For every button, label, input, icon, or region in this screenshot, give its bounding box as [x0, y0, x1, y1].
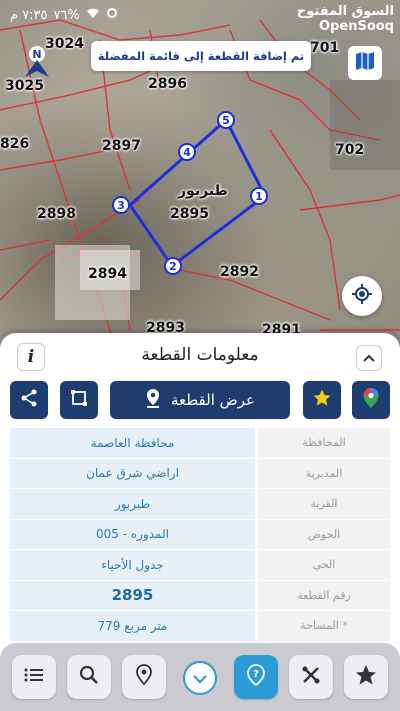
search-button[interactable] [67, 655, 111, 699]
chevron-down-icon [193, 669, 207, 688]
list-icon [24, 667, 44, 687]
detail-row-area: 779 متر مربع المساحة * [10, 611, 390, 641]
google-maps-button[interactable] [352, 381, 390, 419]
parcel-vertex: 4 [178, 143, 196, 161]
tools-button[interactable] [289, 655, 333, 699]
north-label: N [32, 48, 41, 61]
selected-parcel-name: طبربور [178, 183, 228, 199]
detail-row: طبربور القرية [10, 489, 390, 519]
chevron-up-icon [363, 351, 375, 365]
parcel-label[interactable]: 2896 [148, 76, 187, 92]
action-bar: عرض القطعة [0, 381, 400, 421]
show-parcel-button[interactable]: عرض القطعة [110, 381, 290, 419]
detail-label: المساحة * [258, 611, 390, 641]
wifi-icon [86, 7, 100, 23]
parcel-label-selected[interactable]: 2895 [170, 206, 209, 222]
detail-label: الحوض [258, 519, 390, 549]
help-icon: ? [246, 664, 266, 690]
parcel-label[interactable]: 826 [0, 136, 29, 152]
detail-label: القرية [258, 489, 390, 519]
parcel-label[interactable]: 3024 [45, 36, 84, 52]
brand-arabic: السوق المفتوح [296, 4, 394, 19]
sheet-title: معلومات القطعة [141, 345, 259, 365]
tools-icon [301, 665, 321, 689]
search-icon [79, 665, 99, 689]
detail-value: اراضي شرق عمان [10, 458, 255, 488]
pin-location-button[interactable] [122, 655, 166, 699]
pin-icon [135, 664, 153, 690]
detail-value: المدوره - 005 [10, 519, 255, 549]
settings-icon [106, 7, 118, 23]
favorite-toast: تم إضافة القطعة إلى قائمة المفضلة [91, 41, 311, 71]
parcel-vertex: 3 [112, 196, 130, 214]
location-pin-icon [145, 388, 161, 412]
map-layers-button[interactable] [348, 46, 382, 80]
brand-logo: السوق المفتوح OpenSooq [297, 4, 394, 34]
parcel-number-value: 2895 [10, 580, 255, 610]
crop-icon [70, 389, 88, 411]
detail-row: اراضي شرق عمان المديرية [10, 458, 390, 488]
expand-menu-button[interactable] [183, 661, 217, 695]
svg-text:?: ? [253, 669, 259, 680]
detail-row: المدوره - 005 الحوض [10, 519, 390, 549]
detail-label: الحي [258, 550, 390, 580]
detail-row: محافظة العاصمة المحافظة [10, 428, 390, 458]
parcel-label[interactable]: 2898 [37, 206, 76, 222]
show-parcel-label: عرض القطعة [170, 391, 256, 409]
share-button[interactable] [10, 381, 48, 419]
info-icon: i [27, 347, 35, 367]
collapse-sheet-button[interactable] [356, 345, 382, 371]
detail-label: رقم القطعة [258, 580, 390, 610]
parcel-label[interactable]: 3025 [5, 78, 44, 94]
parcel-vertex: 2 [164, 257, 182, 275]
locate-icon [351, 283, 373, 309]
share-icon [19, 388, 39, 412]
detail-row: جدول الأحياء الحي [10, 550, 390, 580]
parcel-vertex: 5 [217, 111, 235, 129]
parcel-label[interactable]: 702 [335, 142, 364, 158]
favorite-button[interactable] [303, 381, 341, 419]
detail-row-parcel-number: 2895 رقم القطعة [10, 580, 390, 610]
google-maps-icon [362, 387, 380, 413]
map-layers-icon [354, 50, 376, 76]
status-time: ٧:٣٥ م [10, 7, 48, 23]
brand-latin: OpenSooq [319, 19, 394, 34]
map-view[interactable]: ٧:٣٥ م ٧٦% السوق المفتوح OpenSooq N تم إ… [0, 0, 400, 360]
parcel-label[interactable]: 2894 [88, 266, 127, 282]
home-button[interactable] [344, 655, 388, 699]
locate-me-button[interactable] [342, 276, 382, 316]
detail-label: المحافظة [258, 428, 390, 458]
star-icon [312, 388, 332, 412]
detail-value: جدول الأحياء [10, 550, 255, 580]
parcel-label[interactable]: 2897 [102, 138, 141, 154]
parcel-vertex: 1 [250, 187, 268, 205]
parcel-details-table: محافظة العاصمة المحافظة اراضي شرق عمان ا… [10, 428, 390, 642]
parcel-label[interactable]: 2892 [220, 264, 259, 280]
detail-value: محافظة العاصمة [10, 428, 255, 458]
list-button[interactable] [12, 655, 56, 699]
parcel-shape-button[interactable] [60, 381, 98, 419]
bottom-toolbar: ? [0, 643, 400, 711]
detail-label: المديرية [258, 458, 390, 488]
detail-value: طبربور [10, 489, 255, 519]
area-value: 779 متر مربع [10, 611, 255, 641]
sheet-header: i معلومات القطعة [0, 333, 400, 377]
help-button[interactable]: ? [234, 655, 278, 699]
info-button[interactable]: i [17, 343, 45, 371]
home-star-icon [355, 664, 377, 690]
parcel-label[interactable]: 701 [310, 40, 339, 56]
battery-level: ٧٦% [53, 7, 80, 23]
